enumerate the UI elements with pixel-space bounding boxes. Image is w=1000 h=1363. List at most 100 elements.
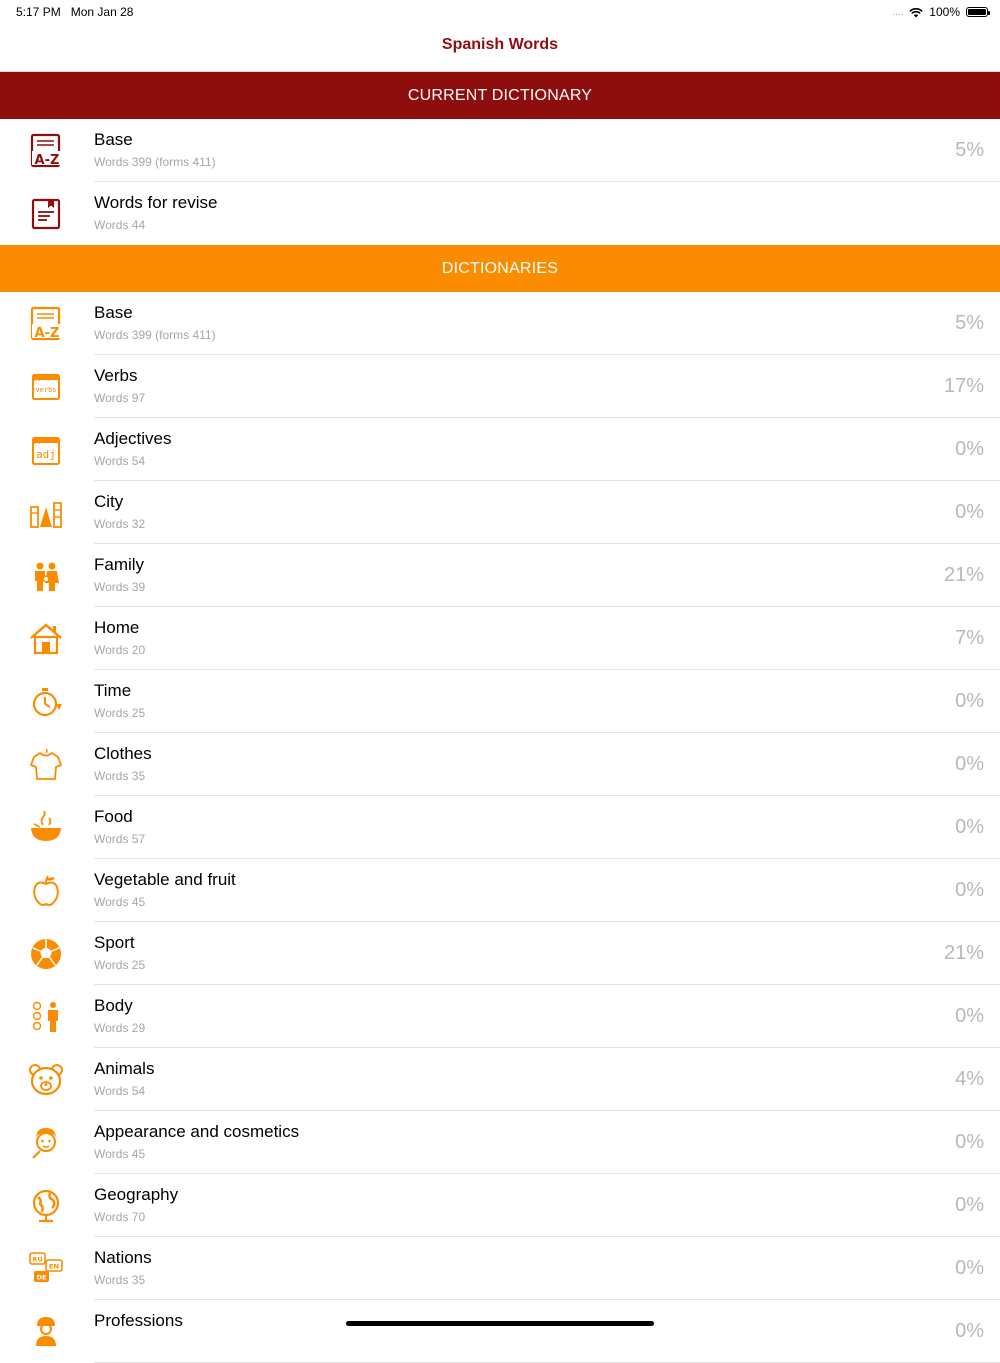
row-title: Family [94,555,145,574]
row-word-count: Words 45 [94,1147,146,1161]
home-icon [30,623,62,655]
status-right: .... 100% [892,5,990,19]
row-title: Geography [94,1185,179,1204]
row-progress-percent: 0% [955,1131,984,1153]
row-title: Appearance and cosmetics [94,1122,300,1141]
dictionaries-row[interactable]: Appearance and cosmetics Words 45 0% [0,1111,1000,1174]
row-title: Body [94,996,133,1015]
dictionaries-row[interactable]: verbs Verbs Words 97 17% [0,355,1000,418]
battery-percent: 100% [929,5,960,19]
dictionaries-row[interactable]: Body Words 29 0% [0,985,1000,1048]
row-progress-percent: 0% [955,1194,984,1216]
status-time: 5:17 PM [16,5,61,19]
status-time-date: 5:17 PM Mon Jan 28 [16,5,133,19]
row-word-count: Words 70 [94,1210,146,1224]
row-title: Food [94,807,133,826]
row-word-count: Words 25 [94,958,146,972]
row-progress-percent: 0% [955,438,984,460]
bookmark-book-icon [31,198,61,230]
dictionaries-row[interactable]: City Words 32 0% [0,481,1000,544]
row-progress-percent: 17% [943,375,984,397]
worker-icon [36,1317,56,1346]
dictionaries-row[interactable]: Time Words 25 0% [0,670,1000,733]
speech-bubbles-icon: RU EN DE [29,1252,63,1282]
city-icon [30,502,62,528]
row-progress-percent: 21% [943,564,984,586]
face-icon [32,1128,56,1159]
row-title: Base [94,130,133,149]
dictionaries-row[interactable]: RU EN DE Nations Words 35 0% [0,1237,1000,1300]
current-row[interactable]: Words for revise Words 44 [0,182,1000,245]
svg-text:A-Z: A-Z [35,153,60,168]
row-word-count: Words 20 [94,643,146,657]
row-title: Clothes [94,744,152,763]
dictionaries-row[interactable]: Food Words 57 0% [0,796,1000,859]
dictionaries-row[interactable]: Sport Words 25 21% [0,922,1000,985]
row-word-count: Words 54 [94,454,146,468]
row-progress-percent: 0% [955,1257,984,1279]
row-title: City [94,492,124,511]
family-icon [35,562,59,591]
battery-icon [966,7,990,17]
row-word-count: Words 35 [94,1273,146,1287]
svg-text:adj: adj [36,448,56,461]
row-word-count: Words 399 (forms 411) [94,155,216,169]
adjectives-icon: adj [32,436,60,465]
globe-icon [32,1189,60,1223]
verbs-icon: verbs [32,373,60,400]
row-progress-percent: 4% [955,1068,984,1090]
row-word-count: Words 39 [94,580,146,594]
row-word-count: Words 25 [94,706,146,720]
wifi-icon [909,7,923,17]
a-z-book-icon: A-Z [30,306,62,341]
status-bar: 5:17 PM Mon Jan 28 .... 100% [0,0,1000,24]
dictionaries-row[interactable]: Clothes Words 35 0% [0,733,1000,796]
row-progress-percent: 5% [955,312,984,334]
bear-icon [29,1064,63,1096]
bowl-icon [31,810,61,841]
status-date: Mon Jan 28 [70,5,134,19]
row-title: Animals [94,1059,155,1078]
row-progress-percent: 7% [955,627,984,649]
apple-icon [33,875,59,906]
page-title: Spanish Words [441,36,559,53]
row-word-count: Words 97 [94,391,146,405]
dictionaries-row[interactable]: Animals Words 54 4% [0,1048,1000,1111]
row-progress-percent: 0% [955,501,984,523]
row-word-count: Words 57 [94,832,146,846]
dictionaries-row[interactable]: Vegetable and fruit Words 45 0% [0,859,1000,922]
dictionaries-row[interactable]: Professions 0% [0,1300,1000,1363]
row-word-count: Words 32 [94,517,146,531]
row-progress-percent: 0% [955,690,984,712]
row-word-count: Words 45 [94,895,146,909]
row-progress-percent: 0% [955,816,984,838]
row-progress-percent: 0% [955,879,984,901]
dictionaries-row[interactable]: A-Z Base Words 399 (forms 411) 5% [0,292,1000,355]
row-title: Words for revise [94,193,218,212]
body-icon [32,1001,58,1032]
row-title: Verbs [94,366,138,385]
home-indicator [346,1321,654,1326]
current-row[interactable]: A-Z Base Words 399 (forms 411) 5% [0,119,1000,182]
row-progress-percent: 0% [955,753,984,775]
dictionaries-row[interactable]: adj Adjectives Words 54 0% [0,418,1000,481]
stopwatch-icon [32,688,62,717]
svg-text:verbs: verbs [35,386,56,394]
row-word-count: Words 35 [94,769,146,783]
svg-text:EN: EN [49,1263,59,1271]
row-word-count: Words 399 (forms 411) [94,328,216,342]
row-title: Adjectives [94,429,172,448]
a-z-book-icon: A-Z [30,133,62,168]
row-progress-percent: 0% [955,1005,984,1027]
soccer-ball-icon [31,939,61,969]
row-title: Home [94,618,140,637]
dictionaries-row[interactable]: Geography Words 70 0% [0,1174,1000,1237]
row-progress-percent: 21% [943,942,984,964]
section-header-current-dictionary: CURRENT DICTIONARY [0,72,1000,119]
svg-text:DE: DE [37,1274,47,1282]
signal-icon: .... [892,6,904,18]
dictionaries-row[interactable]: Home Words 20 7% [0,607,1000,670]
row-word-count: Words 44 [94,218,146,232]
row-progress-percent: 5% [955,139,984,161]
dictionaries-row[interactable]: Family Words 39 21% [0,544,1000,607]
